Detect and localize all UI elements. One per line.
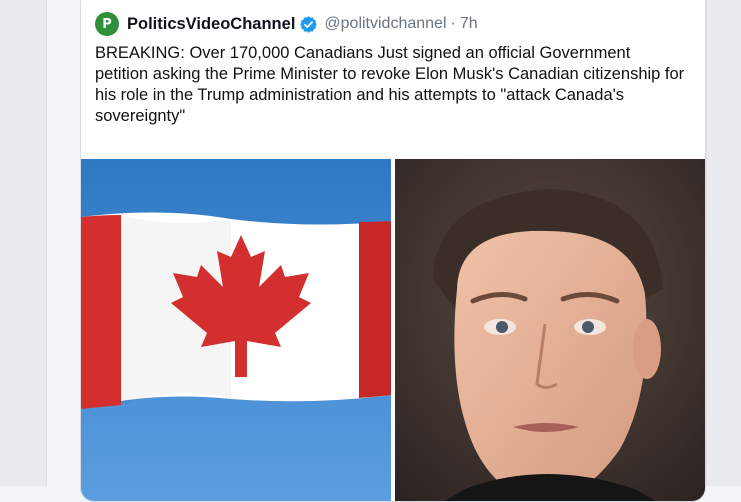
canada-flag-image[interactable] — [81, 159, 391, 501]
author-handle[interactable]: @politvidchannel — [324, 15, 446, 33]
verified-badge-icon — [300, 15, 318, 33]
tweet-time[interactable]: 7h — [460, 15, 478, 33]
left-panel — [0, 0, 47, 486]
tweet-header: P PoliticsVideoChannel @politvidchannel … — [95, 11, 691, 37]
avatar[interactable]: P — [95, 12, 119, 36]
portrait-image[interactable] — [395, 159, 705, 501]
right-panel — [706, 0, 741, 486]
separator-dot: · — [450, 15, 456, 32]
tweet-card[interactable]: P PoliticsVideoChannel @politvidchannel … — [80, 0, 706, 502]
tweet-media[interactable] — [81, 159, 705, 501]
tweet-text: BREAKING: Over 170,000 Canadians Just si… — [95, 44, 685, 125]
author-name[interactable]: PoliticsVideoChannel — [127, 15, 295, 34]
